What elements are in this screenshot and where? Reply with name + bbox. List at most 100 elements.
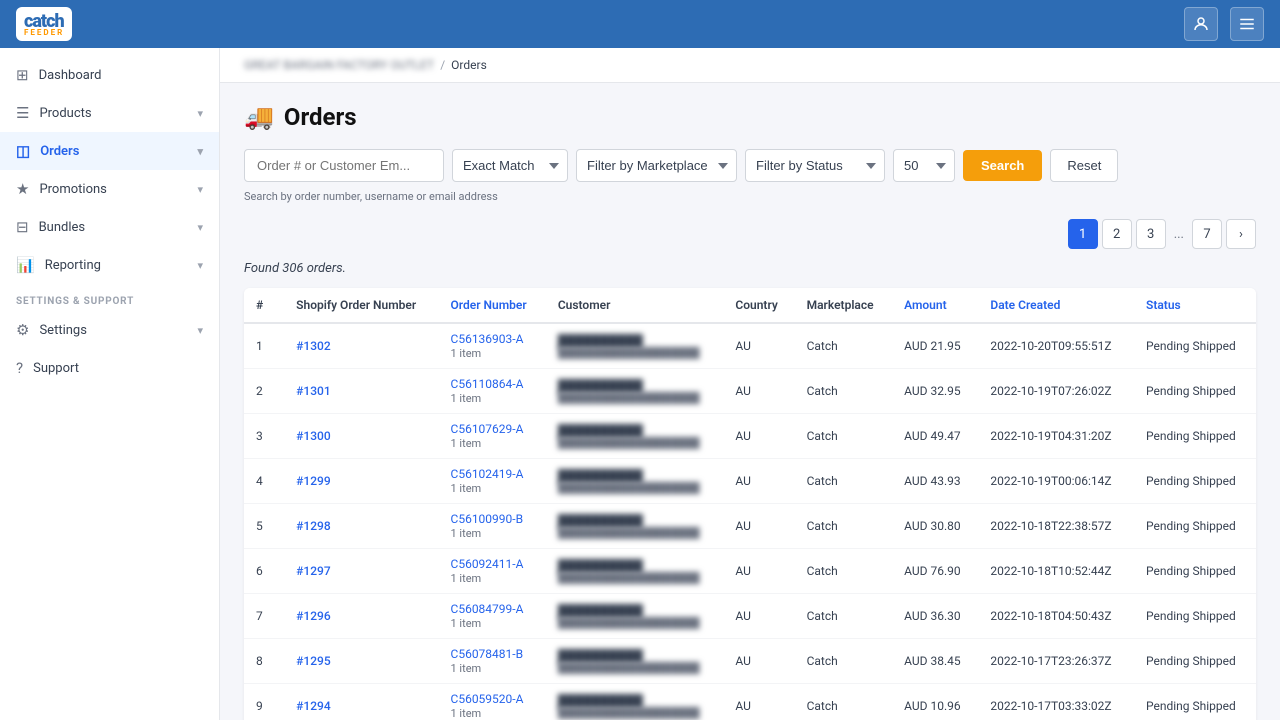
catch-order-link[interactable]: C56100990-B xyxy=(451,512,524,526)
status-badge: Pending Shipped xyxy=(1146,519,1236,533)
truck-icon: 🚚 xyxy=(244,103,274,131)
filter-hint: Search by order number, username or emai… xyxy=(244,190,1256,203)
row-customer: ██████████ ████████████████████ xyxy=(546,549,724,594)
sidebar-item-reporting[interactable]: 📊 Reporting ▾ xyxy=(0,246,219,284)
catch-order-link[interactable]: C56078481-B xyxy=(451,647,524,661)
marketplace-filter-select[interactable]: Filter by Marketplace Catch eBay xyxy=(576,149,737,182)
row-date: 2022-10-20T09:55:51Z xyxy=(978,323,1134,369)
row-country: AU xyxy=(723,459,794,504)
customer-name: ██████████ xyxy=(558,469,712,483)
sidebar-item-settings[interactable]: ⚙ Settings ▾ xyxy=(0,311,219,349)
sidebar-item-orders[interactable]: ◫ Orders ▾ xyxy=(0,132,219,170)
catch-order-link[interactable]: C56107629-A xyxy=(451,422,524,436)
catch-order-link[interactable]: C56092411-A xyxy=(451,557,524,571)
row-shopify: #1295 xyxy=(284,639,438,684)
customer-email: ████████████████████ xyxy=(558,708,712,719)
customer-name: ██████████ xyxy=(558,649,712,663)
user-icon xyxy=(1192,15,1210,33)
row-num: 9 xyxy=(244,684,284,720)
row-status: Pending Shipped xyxy=(1134,639,1256,684)
shopify-order-link[interactable]: #1298 xyxy=(296,519,331,533)
shopify-order-link[interactable]: #1295 xyxy=(296,654,331,668)
page-title: Orders xyxy=(284,103,357,131)
page-button-7[interactable]: 7 xyxy=(1192,219,1222,249)
table-row: 6 #1297 C56092411-A 1 item ██████████ ██… xyxy=(244,549,1256,594)
status-badge: Pending Shipped xyxy=(1146,384,1236,398)
customer-name: ██████████ xyxy=(558,559,712,573)
catch-order-link[interactable]: C56136903-A xyxy=(451,332,524,346)
search-button[interactable]: Search xyxy=(963,150,1042,181)
sidebar-item-label: Bundles xyxy=(39,220,86,235)
logo-sub: FEEDER xyxy=(24,28,64,37)
row-date: 2022-10-17T23:26:37Z xyxy=(978,639,1134,684)
breadcrumb-current: Orders xyxy=(451,58,487,72)
sidebar-item-label: Dashboard xyxy=(39,68,102,83)
per-page-select[interactable]: 25 50 100 xyxy=(893,149,955,182)
row-shopify: #1301 xyxy=(284,369,438,414)
row-status: Pending Shipped xyxy=(1134,594,1256,639)
row-marketplace: Catch xyxy=(795,594,893,639)
page-button-3[interactable]: 3 xyxy=(1136,219,1166,249)
row-country: AU xyxy=(723,639,794,684)
shopify-order-link[interactable]: #1294 xyxy=(296,699,331,713)
catch-order-link[interactable]: C56084799-A xyxy=(451,602,524,616)
search-input[interactable] xyxy=(244,149,444,182)
col-header-status: Status xyxy=(1134,288,1256,323)
shopify-order-link[interactable]: #1296 xyxy=(296,609,331,623)
col-header-marketplace: Marketplace xyxy=(795,288,893,323)
customer-name: ██████████ xyxy=(558,379,712,393)
sidebar: ⊞ Dashboard ☰ Products ▾ ◫ Orders ▾ ★ Pr… xyxy=(0,48,220,720)
reporting-icon: 📊 xyxy=(16,256,35,274)
page-dots: ... xyxy=(1170,227,1188,242)
filter-bar: Exact Match Partial Match Filter by Mark… xyxy=(244,149,1256,182)
row-amount: AUD 30.80 xyxy=(892,504,978,549)
status-filter-select[interactable]: Filter by Status Pending Shipped Shipped… xyxy=(745,149,885,182)
customer-email: ████████████████████ xyxy=(558,348,712,359)
catch-order-link[interactable]: C56059520-A xyxy=(451,692,524,706)
sidebar-item-support[interactable]: ? Support xyxy=(0,349,219,387)
row-amount: AUD 38.45 xyxy=(892,639,978,684)
sidebar-item-promotions[interactable]: ★ Promotions ▾ xyxy=(0,170,219,208)
item-count: 1 item xyxy=(451,482,482,495)
customer-email: ████████████████████ xyxy=(558,663,712,674)
logo[interactable]: catch FEEDER xyxy=(16,7,72,41)
customer-email: ████████████████████ xyxy=(558,483,712,494)
page-next-button[interactable]: › xyxy=(1226,219,1256,249)
reset-button[interactable]: Reset xyxy=(1050,149,1118,182)
shopify-order-link[interactable]: #1302 xyxy=(296,339,331,353)
row-date: 2022-10-19T00:06:14Z xyxy=(978,459,1134,504)
row-shopify: #1294 xyxy=(284,684,438,720)
customer-email: ████████████████████ xyxy=(558,618,712,629)
row-shopify: #1298 xyxy=(284,504,438,549)
customer-name: ██████████ xyxy=(558,514,712,528)
match-type-select[interactable]: Exact Match Partial Match xyxy=(452,149,568,182)
page-button-1[interactable]: 1 xyxy=(1068,219,1098,249)
row-num: 5 xyxy=(244,504,284,549)
shopify-order-link[interactable]: #1297 xyxy=(296,564,331,578)
row-status: Pending Shipped xyxy=(1134,414,1256,459)
col-header-order-number: Order Number xyxy=(439,288,546,323)
status-badge: Pending Shipped xyxy=(1146,429,1236,443)
catch-order-link[interactable]: C56102419-A xyxy=(451,467,524,481)
chevron-icon: ▾ xyxy=(197,221,203,234)
shopify-order-link[interactable]: #1299 xyxy=(296,474,331,488)
menu-icon-button[interactable] xyxy=(1230,7,1264,41)
sidebar-item-dashboard[interactable]: ⊞ Dashboard xyxy=(0,56,219,94)
page-button-2[interactable]: 2 xyxy=(1102,219,1132,249)
breadcrumb-shop: GREAT BARGAIN FACTORY OUTLET xyxy=(244,58,434,72)
row-amount: AUD 76.90 xyxy=(892,549,978,594)
row-amount: AUD 32.95 xyxy=(892,369,978,414)
row-customer: ██████████ ████████████████████ xyxy=(546,594,724,639)
row-catch-id: C56100990-B 1 item xyxy=(439,504,546,549)
sidebar-item-products[interactable]: ☰ Products ▾ xyxy=(0,94,219,132)
col-header-num: # xyxy=(244,288,284,323)
results-count: Found 306 orders. xyxy=(244,261,1256,276)
shopify-order-link[interactable]: #1300 xyxy=(296,429,331,443)
sidebar-item-bundles[interactable]: ⊟ Bundles ▾ xyxy=(0,208,219,246)
settings-icon: ⚙ xyxy=(16,321,29,339)
sidebar-item-label: Settings xyxy=(39,323,86,338)
user-icon-button[interactable] xyxy=(1184,7,1218,41)
item-count: 1 item xyxy=(451,437,482,450)
shopify-order-link[interactable]: #1301 xyxy=(296,384,331,398)
catch-order-link[interactable]: C56110864-A xyxy=(451,377,524,391)
